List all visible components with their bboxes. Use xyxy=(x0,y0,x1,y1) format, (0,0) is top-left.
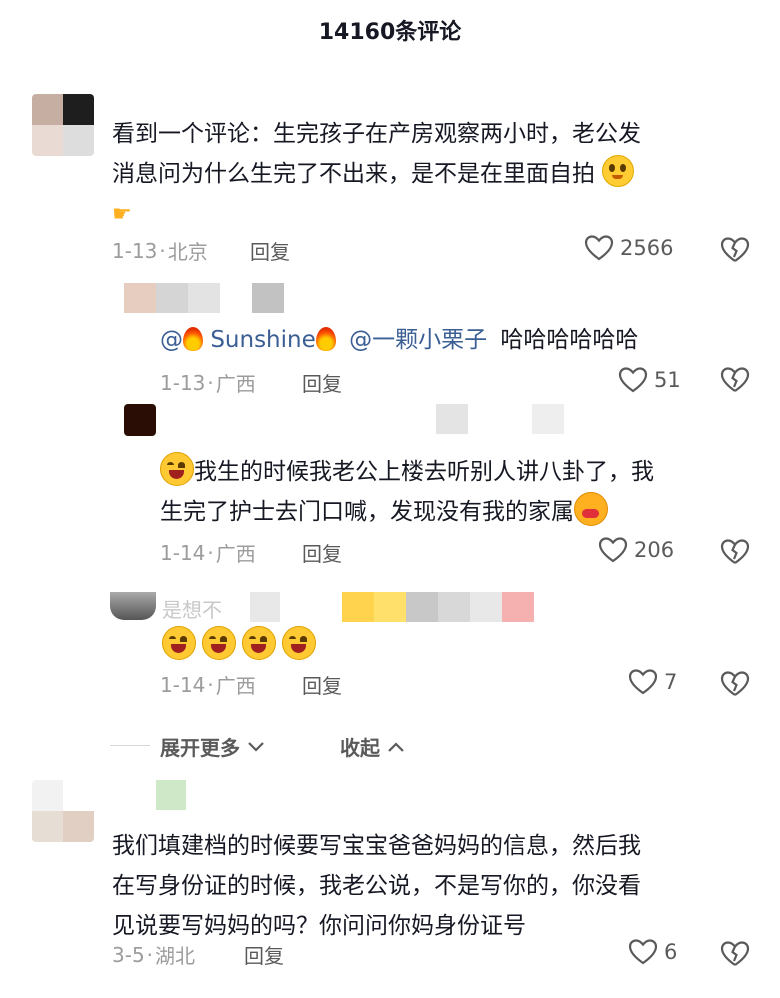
avatar[interactable] xyxy=(110,592,156,620)
avatar[interactable] xyxy=(124,404,156,436)
reply-meta: 1-13 · 广西 xyxy=(160,370,256,397)
reply-meta: 1-14 · 广西 xyxy=(160,540,256,567)
laugh-cry-emoji-icon xyxy=(202,626,236,660)
like-button[interactable]: 51 xyxy=(618,366,681,394)
comment-text: 我们填建档的时候要写宝宝爸爸妈妈的信息，然后我 在写身份证的时候，我老公说，不是… xyxy=(112,833,641,939)
broken-heart-icon xyxy=(720,671,750,696)
reply-username-blurred xyxy=(436,404,564,434)
reply-meta: 1-14 · 广西 xyxy=(160,672,256,699)
comments-count-title: 14160条评论 xyxy=(318,20,462,45)
heart-icon xyxy=(618,367,648,393)
dislike-button[interactable] xyxy=(720,236,750,268)
avatar[interactable] xyxy=(32,94,94,156)
reply-button[interactable]: 回复 xyxy=(302,670,342,699)
reply-username-partial: 是想不 xyxy=(162,598,222,622)
reply-username-blurred xyxy=(250,592,534,622)
reply-button[interactable]: 回复 xyxy=(250,236,290,265)
like-count: 7 xyxy=(664,670,678,694)
like-button[interactable]: 2566 xyxy=(584,234,673,262)
broken-heart-icon xyxy=(720,237,750,262)
reply-button[interactable]: 回复 xyxy=(302,538,342,567)
reply-text: 我生的时候我老公上楼去听别人讲八卦了，我 生完了护士去门口喊，发现没有我的家属 xyxy=(160,452,760,532)
laugh-cry-emoji-icon xyxy=(162,626,196,660)
laugh-cry-emoji-icon xyxy=(282,626,316,660)
laugh-cry-emoji-icon xyxy=(160,452,194,486)
like-count: 2566 xyxy=(620,236,674,260)
dislike-button[interactable] xyxy=(720,670,750,702)
heart-icon xyxy=(598,537,628,563)
reply-username-blurred xyxy=(124,283,284,313)
avatar[interactable] xyxy=(32,780,94,842)
broken-heart-icon xyxy=(720,367,750,392)
reply-text: @ Sunshine @一颗小栗子 哈哈哈哈哈哈 xyxy=(160,327,639,353)
shy-emoji-icon xyxy=(574,492,608,526)
reply-button[interactable]: 回复 xyxy=(244,940,284,969)
chevron-down-icon xyxy=(248,742,264,752)
like-button[interactable]: 7 xyxy=(628,668,677,696)
laugh-cry-emoji-icon xyxy=(242,626,276,660)
like-button[interactable]: 6 xyxy=(628,938,677,966)
heart-icon xyxy=(628,669,658,695)
dislike-button[interactable] xyxy=(720,940,750,972)
dislike-button[interactable] xyxy=(720,366,750,398)
like-count: 6 xyxy=(664,940,678,964)
broken-heart-icon xyxy=(720,539,750,564)
comment-meta: 3-5 · 湖北 xyxy=(112,942,196,969)
pointing-hand-icon: ☛ xyxy=(112,202,132,227)
heart-icon xyxy=(628,939,658,965)
broken-heart-icon xyxy=(720,941,750,966)
comment-username-blurred xyxy=(156,780,186,810)
comment-meta: 1-13 · 北京 xyxy=(112,238,208,265)
expand-more-button[interactable]: 展开更多 xyxy=(160,732,265,761)
fire-icon xyxy=(315,327,336,351)
like-count: 51 xyxy=(654,368,681,392)
replies-divider xyxy=(110,745,150,746)
fire-icon xyxy=(183,327,203,351)
like-count: 206 xyxy=(634,538,675,562)
collapse-button[interactable]: 收起 xyxy=(340,732,405,761)
dislike-button[interactable] xyxy=(720,538,750,570)
like-button[interactable]: 206 xyxy=(598,536,674,564)
reply-emoji-row xyxy=(162,626,316,660)
smile-emoji-icon xyxy=(602,155,635,187)
reply-button[interactable]: 回复 xyxy=(302,368,342,397)
chevron-up-icon xyxy=(388,742,404,752)
comment-text: 看到一个评论：生完孩子在产房观察两小时，老公发 消息问为什么生完了不出来，是不是… xyxy=(112,114,762,235)
heart-icon xyxy=(584,235,614,261)
